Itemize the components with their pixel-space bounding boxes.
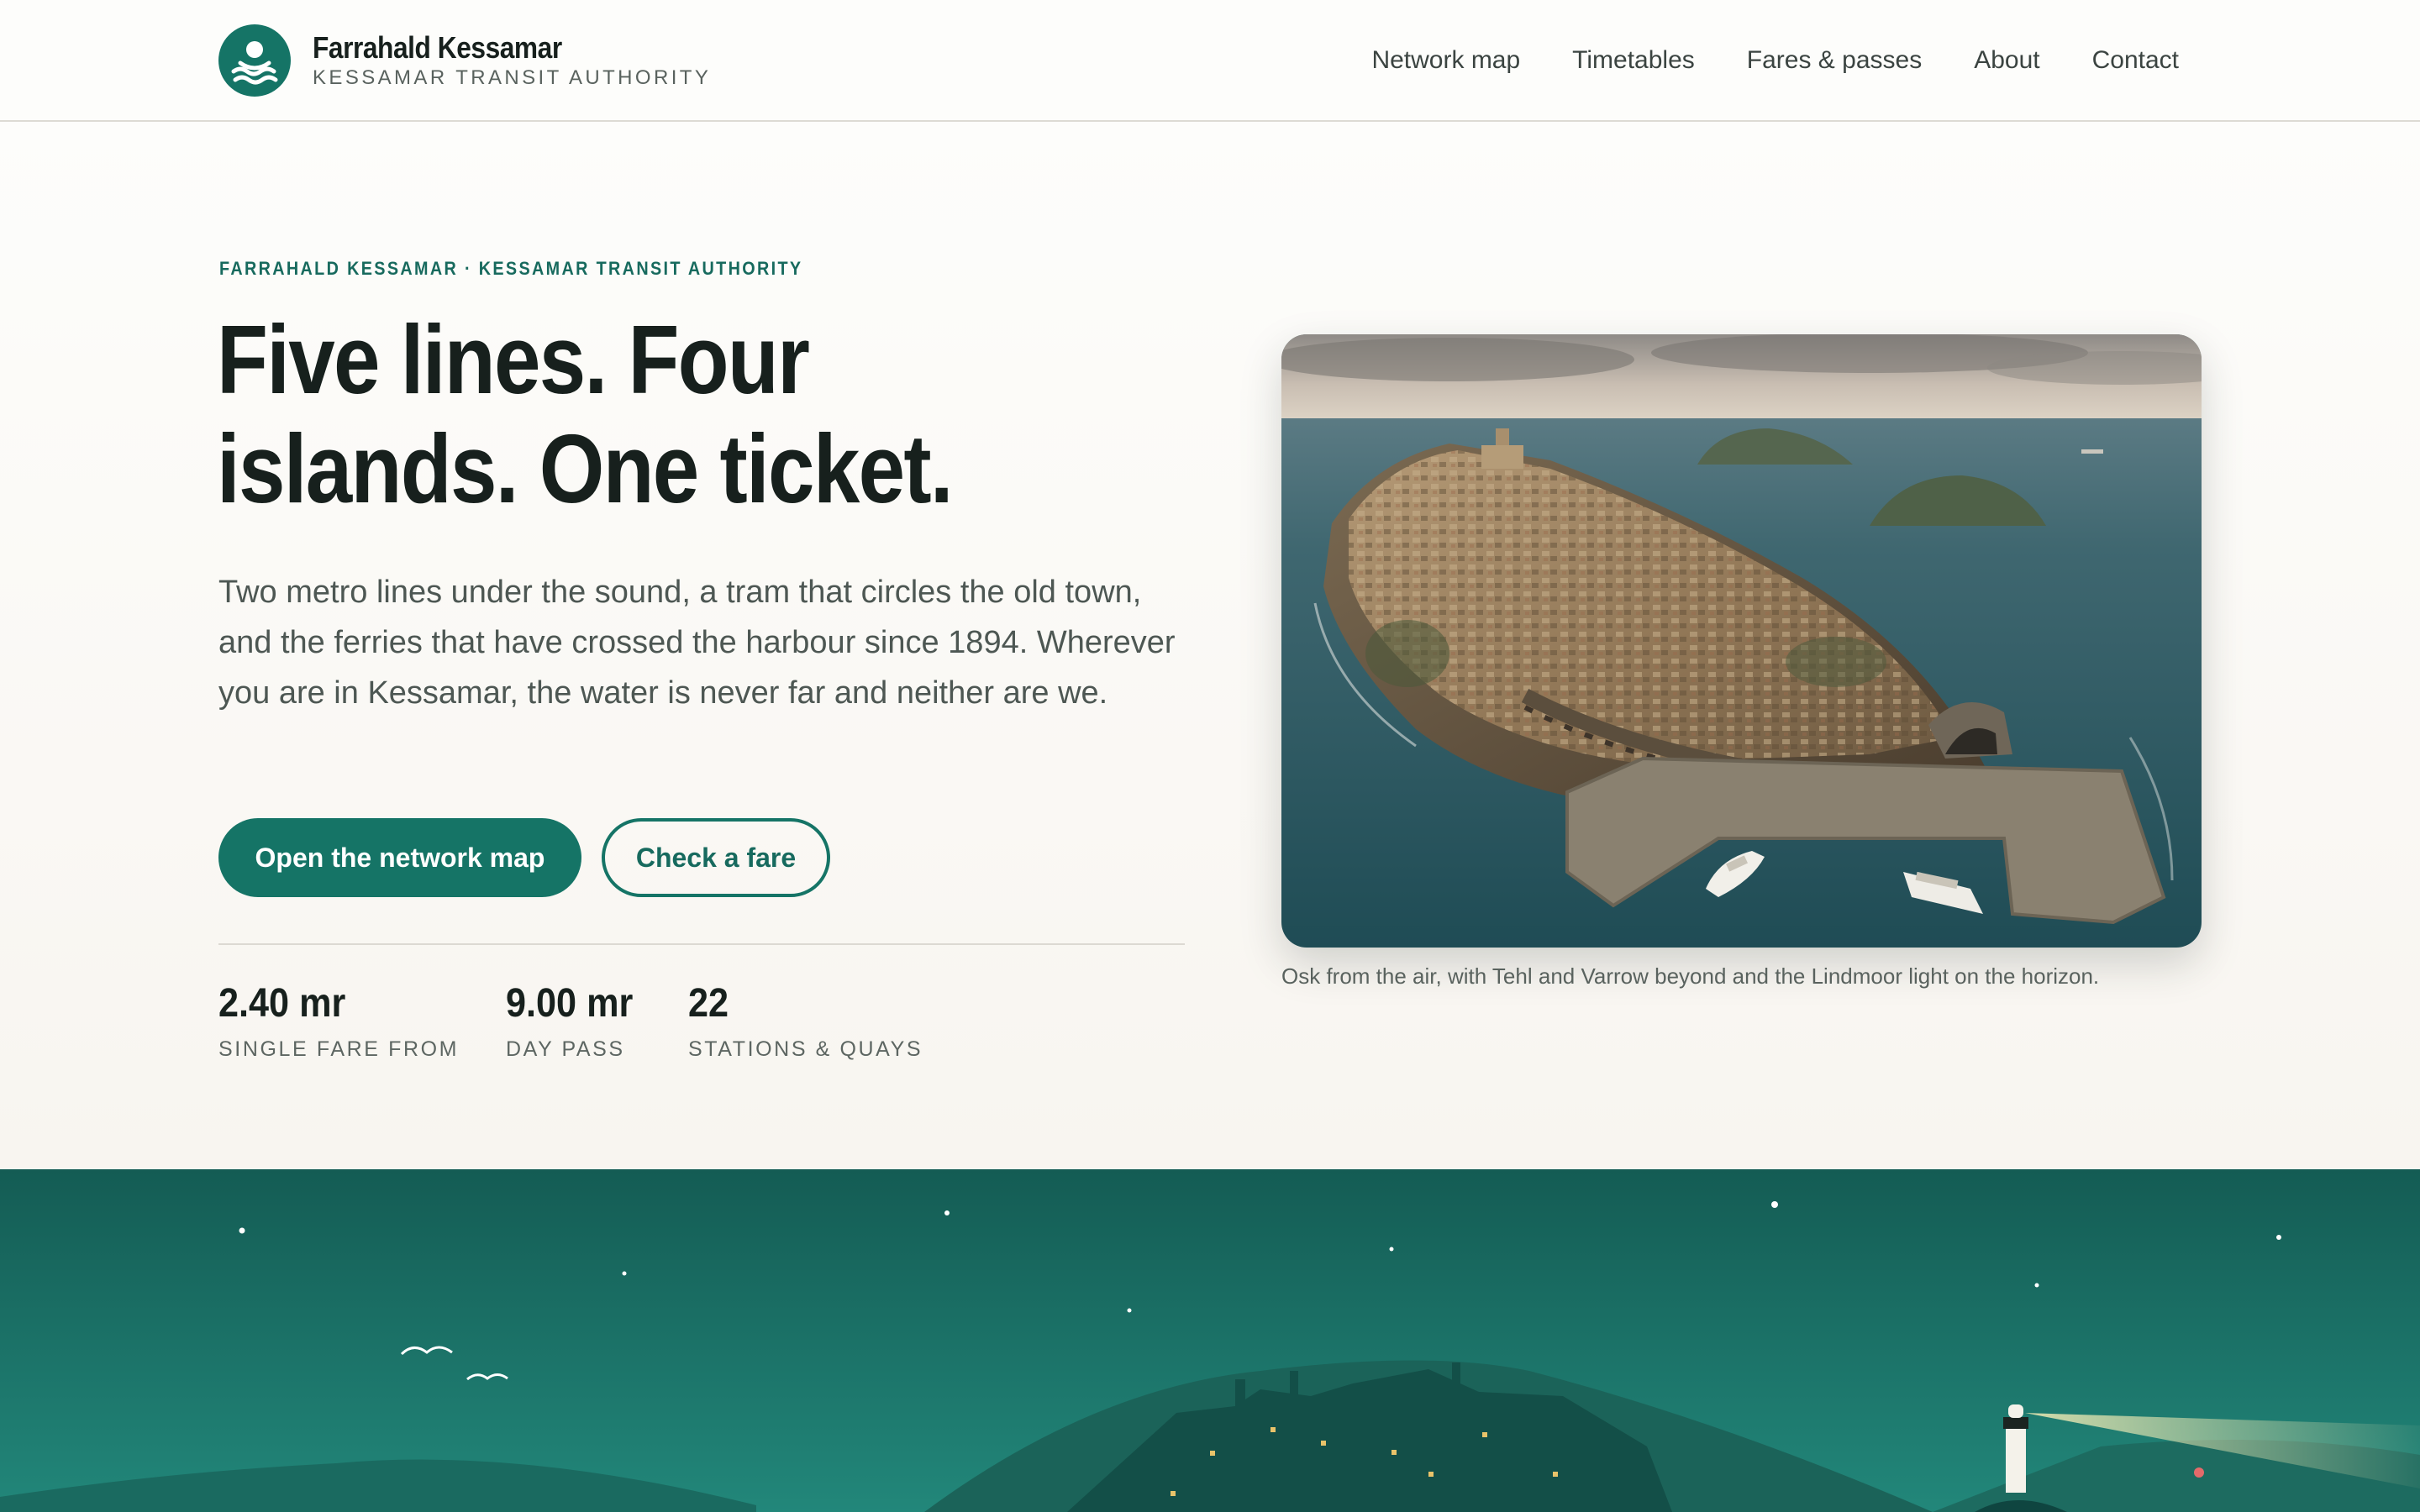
- stat-label: SINGLE FARE FROM: [218, 1037, 460, 1061]
- stats-divider: [218, 943, 1185, 945]
- stat-stations-quays: 22 STATIONS & QUAYS: [688, 979, 923, 1062]
- brand-name: Farrahald Kessamar: [313, 30, 562, 65]
- nav-contact[interactable]: Contact: [2092, 44, 2179, 77]
- check-fare-button[interactable]: Check a fare: [602, 818, 830, 897]
- open-network-map-button[interactable]: Open the network map: [218, 818, 581, 897]
- brand-text: Farrahald Kessamar KESSAMAR TRANSIT AUTH…: [313, 31, 711, 90]
- main-nav: Network map Timetables Fares & passes Ab…: [1371, 0, 2179, 120]
- stat-label: STATIONS & QUAYS: [688, 1037, 923, 1061]
- nav-network-map[interactable]: Network map: [1371, 44, 1520, 77]
- hero-eyebrow: FARRAHALD KESSAMAR · KESSAMAR TRANSIT AU…: [219, 258, 803, 279]
- stat-day-pass: 9.00 mr DAY PASS: [506, 979, 647, 1062]
- hero-headline: Five lines. Four islands. One ticket.: [217, 305, 1012, 523]
- headline-line-1: Five lines. Four: [217, 305, 810, 414]
- stat-single-fare: 2.40 mr SINGLE FARE FROM: [218, 979, 459, 1062]
- brand-subtitle: KESSAMAR TRANSIT AUTHORITY: [313, 66, 712, 89]
- harbour-night-illustration: [0, 1169, 2420, 1512]
- stat-value: 22: [688, 981, 729, 1026]
- swimmer-waves-icon: [218, 24, 291, 97]
- stat-value: 2.40 mr: [218, 981, 346, 1026]
- headline-line-2: islands. One ticket.: [217, 414, 954, 523]
- hero-aerial-photo: [1281, 334, 2202, 948]
- nav-about[interactable]: About: [1974, 44, 2039, 77]
- stat-value: 9.00 mr: [506, 981, 634, 1026]
- hero-section: FARRAHALD KESSAMAR · KESSAMAR TRANSIT AU…: [0, 122, 2420, 1169]
- stat-label: DAY PASS: [506, 1037, 625, 1061]
- site-header: Farrahald Kessamar KESSAMAR TRANSIT AUTH…: [0, 0, 2420, 122]
- photo-caption: Osk from the air, with Tehl and Varrow b…: [1281, 963, 2100, 989]
- brand-home-link[interactable]: Farrahald Kessamar KESSAMAR TRANSIT AUTH…: [218, 23, 711, 98]
- nav-fares-passes[interactable]: Fares & passes: [1747, 44, 1922, 77]
- hero-lede: Two metro lines under the sound, a tram …: [218, 575, 1176, 711]
- nav-timetables[interactable]: Timetables: [1572, 44, 1695, 77]
